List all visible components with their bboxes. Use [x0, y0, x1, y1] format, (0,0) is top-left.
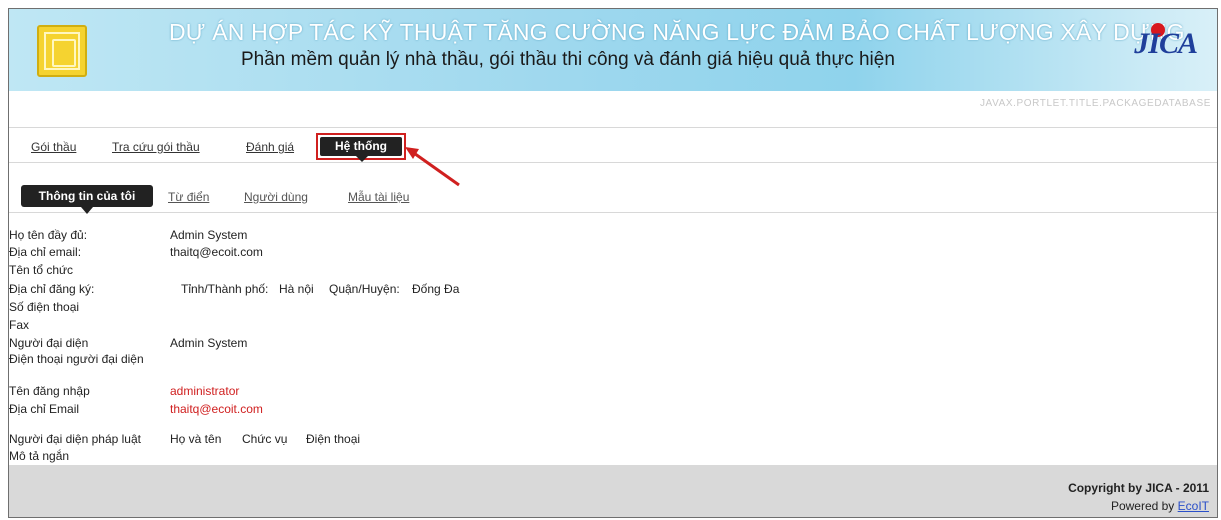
nav-active-pointer [356, 156, 368, 162]
jica-logo: JICA [1134, 27, 1198, 60]
banner-subtitle: Phần mềm quản lý nhà thầu, gói thầu thi … [241, 49, 895, 70]
ministry-logo-icon [37, 25, 87, 77]
portlet-title: JAVAX.PORTLET.TITLE.PACKAGEDATABASE [979, 98, 1211, 109]
nav-tra-cuu-goi-thau[interactable]: Tra cứu gói thầu [112, 140, 200, 154]
tab-nguoi-dung[interactable]: Người dùng [244, 190, 308, 204]
tab-mau-tai-lieu[interactable]: Mẫu tài liệu [348, 190, 409, 204]
representative-value: Admin System [170, 336, 248, 350]
legal-phone-label: Điện thoại [306, 432, 361, 446]
tab-active-pointer [81, 207, 93, 214]
header-banner: DỰ ÁN HỢP TÁC KỸ THUẬT TĂNG CƯỜNG NĂNG L… [9, 9, 1217, 91]
full-name-value: Admin System [170, 228, 248, 242]
login-value: administrator [170, 384, 240, 398]
short-description-label: Mô tả ngắn [9, 449, 70, 463]
nav-he-thong[interactable]: Hệ thống [320, 137, 402, 156]
legal-rep-label: Người đại diện pháp luật [9, 432, 141, 446]
province-value: Hà nội [279, 282, 314, 296]
tab-tu-dien[interactable]: Từ điển [168, 190, 209, 204]
powered-by-prefix: Powered by [1110, 499, 1175, 513]
powered-by-link[interactable]: EcoIT [1178, 499, 1209, 513]
phone-label: Số điện thoại [9, 300, 80, 314]
email2-label: Địa chỉ Email [9, 402, 80, 416]
representative-phone-label: Điện thoại người đại diện [9, 352, 144, 366]
email-label: Địa chỉ email: [9, 245, 82, 259]
login-label: Tên đăng nhập [9, 384, 90, 398]
footer: Copyright by JICA - 2011 Powered by EcoI… [9, 465, 1217, 517]
email2-value: thaitq@ecoit.com [170, 402, 263, 416]
app-window: DỰ ÁN HỢP TÁC KỸ THUẬT TĂNG CƯỜNG NĂNG L… [8, 8, 1218, 518]
email-value: thaitq@ecoit.com [170, 245, 263, 259]
full-name-label: Họ tên đầy đủ: [9, 228, 88, 242]
organization-label: Tên tổ chức [9, 263, 74, 277]
nav-goi-thau[interactable]: Gói thầu [31, 140, 76, 154]
nav-danh-gia[interactable]: Đánh giá [246, 140, 294, 154]
banner-title: DỰ ÁN HỢP TÁC KỸ THUẬT TĂNG CƯỜNG NĂNG L… [169, 19, 1185, 45]
fax-label: Fax [9, 318, 30, 332]
top-navigation: Gói thầu Tra cứu gói thầu Đánh giá Hệ th… [9, 127, 1217, 163]
province-label: Tỉnh/Thành phố: [181, 282, 269, 296]
legal-name-label: Họ và tên [170, 432, 222, 446]
nav-highlight-box: Hệ thống [316, 133, 406, 162]
legal-position-label: Chức vụ [242, 432, 288, 446]
district-value: Đống Đa [412, 282, 460, 296]
address-label: Địa chỉ đăng ký: [9, 282, 95, 296]
copyright-text: Copyright by JICA - 2011 [1068, 481, 1209, 495]
district-label: Quận/Huyện: [329, 282, 400, 296]
sub-navigation: Thông tin của tôi Từ điển Người dùng Mẫu… [9, 177, 1217, 214]
tab-thong-tin-cua-toi[interactable]: Thông tin của tôi [21, 185, 153, 207]
representative-label: Người đại diện [9, 336, 89, 350]
powered-by: Powered by EcoIT [1111, 499, 1209, 513]
